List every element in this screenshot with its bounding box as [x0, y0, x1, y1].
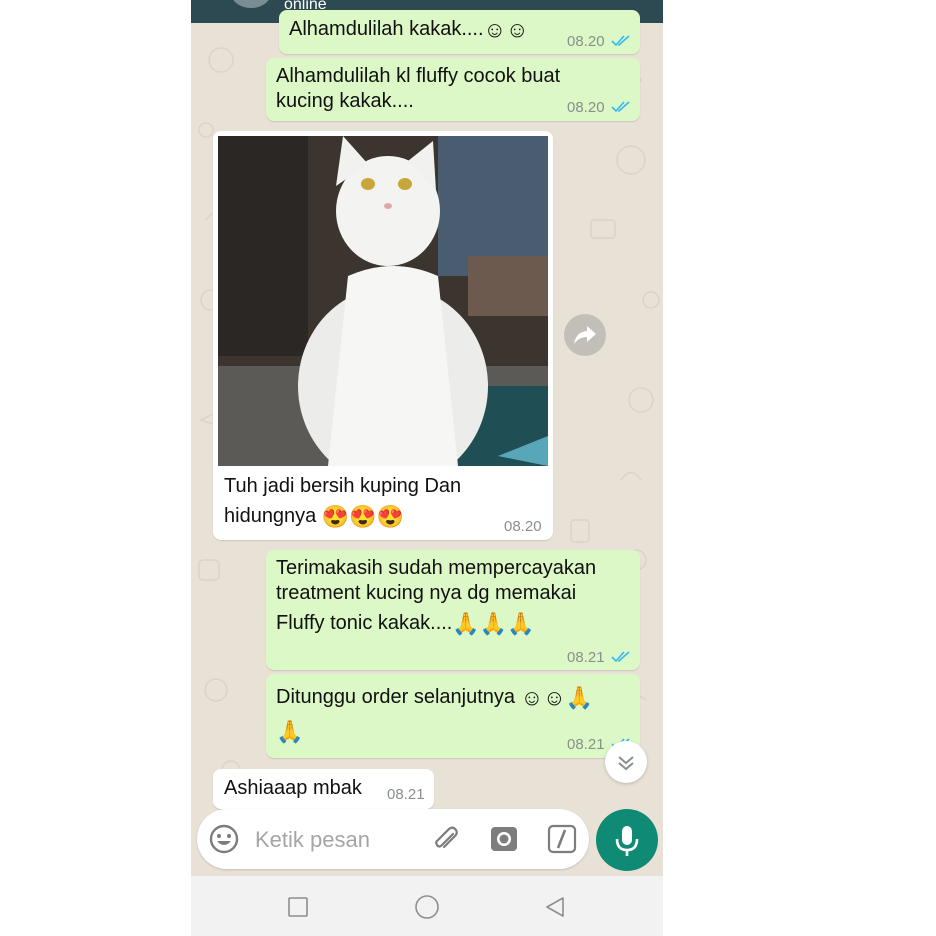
message-line: Ditunggu order selanjutnya ☺☺🙏 — [276, 684, 593, 710]
mic-icon — [615, 826, 639, 856]
nav-back-icon[interactable] — [544, 896, 566, 918]
attach-icon[interactable] — [429, 822, 463, 856]
voice-record-button[interactable] — [596, 809, 658, 871]
message-bubble-incoming[interactable]: Ashiaaap mbak 08.21 — [213, 769, 434, 809]
message-line: Fluffy tonic kakak....🙏🙏🙏 — [276, 610, 535, 636]
message-composer — [197, 809, 589, 869]
praying-hands-emoji: 🙏🙏🙏 — [452, 610, 535, 636]
system-navigation-bar — [191, 876, 663, 936]
message-bubble-outgoing[interactable]: Alhamdulilah kakak....☺☺ 08.20 — [279, 10, 640, 54]
message-line: 🙏 — [276, 718, 303, 744]
payment-icon[interactable] — [545, 822, 579, 856]
heart-eyes-emoji: 😍😍😍 — [321, 503, 405, 529]
message-time: 08.20 — [567, 99, 605, 116]
message-text: Alhamdulilah kakak....☺☺ — [289, 16, 528, 42]
read-ticks-icon — [611, 101, 630, 113]
contact-avatar[interactable] — [231, 0, 271, 8]
message-line: Alhamdulilah kl fluffy cocok buat — [276, 65, 561, 87]
message-time: 08.20 — [567, 33, 605, 50]
nav-recent-icon[interactable] — [287, 896, 309, 918]
emoji-icon[interactable] — [207, 822, 241, 856]
read-ticks-icon — [611, 651, 630, 663]
read-ticks-icon — [611, 35, 630, 47]
message-input[interactable] — [253, 823, 417, 857]
camera-icon[interactable] — [487, 822, 521, 856]
message-text-body: Fluffy tonic kakak.... — [276, 612, 453, 634]
smile-emoji: ☺☺🙏 — [520, 684, 593, 710]
message-bubble-outgoing[interactable]: Ditunggu order selanjutnya ☺☺🙏 🙏 08.21 — [266, 674, 640, 758]
smile-emoji: ☺☺ — [483, 16, 529, 42]
message-text: Ashiaaap mbak — [224, 777, 362, 799]
message-line: Terimakasih sudah mempercayakan — [276, 557, 597, 579]
cat-photo[interactable] — [218, 136, 548, 466]
message-line: hidungnya 😍😍😍 — [224, 503, 404, 529]
message-time: 08.21 — [387, 786, 425, 803]
message-time: 08.20 — [504, 518, 542, 535]
scroll-to-bottom-button[interactable] — [605, 741, 647, 783]
chat-screen: online Alhamdulilah kakak....☺☺ 08.20 Al… — [191, 0, 663, 936]
scroll-down-icon — [618, 756, 634, 771]
message-time: 08.21 — [567, 736, 605, 753]
message-text-body: Ditunggu order selanjutnya — [276, 686, 516, 708]
forward-button[interactable] — [564, 314, 606, 356]
message-line: kucing kakak.... — [276, 90, 414, 112]
praying-hands-emoji: 🙏 — [276, 718, 304, 744]
message-bubble-outgoing[interactable]: Alhamdulilah kl fluffy cocok buat kucing… — [266, 58, 640, 121]
share-icon — [574, 326, 596, 344]
message-line: treatment kucing nya dg memakai — [276, 582, 577, 604]
nav-home-icon[interactable] — [414, 894, 440, 920]
message-text-body: Alhamdulilah kakak.... — [289, 18, 484, 40]
message-text-body: hidungnya — [224, 505, 317, 527]
message-bubble-outgoing[interactable]: Terimakasih sudah mempercayakan treatmen… — [266, 550, 640, 670]
message-line: Tuh jadi bersih kuping Dan — [224, 475, 462, 497]
message-time: 08.21 — [567, 649, 605, 666]
